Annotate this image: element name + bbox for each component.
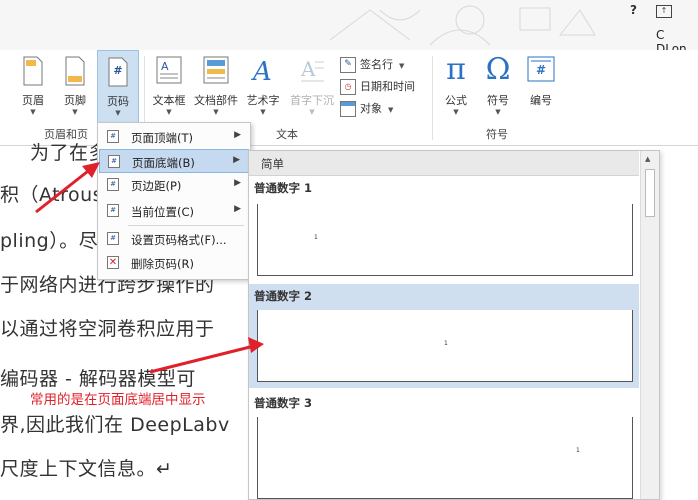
header-button[interactable]: 页眉 ▼: [14, 50, 52, 128]
submenu-arrow-icon: ▶: [234, 178, 241, 188]
current-position-icon: #: [107, 204, 119, 217]
submenu-arrow-icon: ▶: [234, 130, 241, 140]
footer-button[interactable]: 页脚 ▼: [56, 50, 94, 128]
signature-line-button[interactable]: ✎ 签名行 ▼: [340, 56, 404, 76]
gallery-item-plain-number-3[interactable]: 普通数字 3 1: [249, 391, 639, 499]
object-icon: [340, 101, 356, 117]
menu-separator: [128, 225, 244, 226]
quick-parts-icon: [203, 56, 229, 84]
gallery-item-plain-number-2[interactable]: 普通数字 2 1: [249, 284, 639, 388]
textbox-icon: A: [156, 56, 182, 84]
date-time-button[interactable]: ◷ 日期和时间: [340, 78, 415, 98]
svg-text:A: A: [251, 57, 272, 84]
title-bar-doodle-background: [329, 5, 596, 46]
signature-line-icon: ✎: [340, 57, 356, 73]
page-top-icon: #: [107, 130, 119, 143]
group-label-symbols: 符号: [486, 128, 508, 141]
submenu-arrow-icon: ▶: [233, 155, 240, 165]
svg-text:A: A: [161, 60, 169, 73]
menu-item-top-of-page[interactable]: # 页面顶端(T) ▶: [99, 125, 249, 149]
gallery-preview: 1: [257, 204, 633, 276]
ribbon-display-options-icon[interactable]: ↑: [656, 5, 672, 18]
svg-text:A: A: [300, 57, 316, 81]
document-line: 界,因此我们在 DeepLabv: [0, 414, 230, 436]
bottom-of-page-gallery: 简单 普通数字 1 1 普通数字 2 1 普通数字 3 1 ▲: [248, 150, 660, 500]
drop-cap-icon: A: [300, 57, 324, 82]
textbox-button[interactable]: A 文本框 ▼: [148, 50, 190, 128]
gallery-scrollbar[interactable]: ▲: [640, 151, 659, 499]
remove-page-number-icon: ✕: [107, 256, 119, 269]
menu-item-remove-page-numbers[interactable]: ✕ 删除页码(R): [99, 251, 249, 275]
scrollbar-thumb[interactable]: [645, 169, 655, 217]
document-line: pling）。尽: [0, 230, 99, 252]
footer-icon: [65, 56, 85, 86]
object-button[interactable]: 对象 ▼: [340, 100, 393, 120]
document-line: 编码器 - 解码器模型可: [0, 368, 196, 390]
menu-item-format-page-numbers[interactable]: # 设置页码格式(F)...: [99, 227, 249, 251]
help-button[interactable]: ?: [630, 3, 637, 17]
calendar-icon: ◷: [340, 79, 356, 95]
gallery-preview: 1: [257, 310, 633, 382]
equation-icon: π: [446, 52, 466, 87]
page-number-glyph: #: [113, 64, 123, 77]
page-bottom-icon: #: [108, 155, 120, 168]
title-bar: ? ↑ C DLon: [0, 0, 698, 56]
equation-button[interactable]: π 公式 ▼: [436, 50, 476, 128]
group-separator: [432, 56, 433, 140]
wordart-button[interactable]: A 艺术字 ▼: [242, 50, 284, 128]
menu-item-bottom-of-page[interactable]: # 页面底端(B) ▶: [99, 149, 249, 173]
menu-item-page-margins[interactable]: # 页边距(P) ▶: [99, 173, 249, 197]
annotation-note: 常用的是在页面底端居中显示: [30, 392, 206, 408]
omega-icon: Ω: [485, 52, 511, 87]
group-label-text: 文本: [276, 128, 298, 141]
numbering-button[interactable]: # 编号: [520, 50, 562, 128]
scroll-up-icon[interactable]: ▲: [645, 155, 650, 163]
submenu-arrow-icon: ▶: [234, 204, 241, 214]
numbering-glyph: #: [535, 63, 547, 77]
quick-parts-button[interactable]: 文档部件 ▼: [192, 50, 240, 128]
wordart-icon: A: [251, 57, 272, 84]
page-number-button[interactable]: # 页码 ▼: [97, 50, 139, 128]
gallery-preview: 1: [257, 417, 633, 499]
format-page-number-icon: #: [107, 232, 119, 245]
gallery-section-header: 简单: [249, 151, 639, 176]
document-line: 以通过将空洞卷积应用于: [0, 318, 215, 340]
page-margin-icon: #: [107, 178, 119, 191]
page-number-menu: # 页面顶端(T) ▶ # 页面底端(B) ▶ # 页边距(P) ▶ # 当前位…: [97, 122, 251, 280]
drop-cap-button[interactable]: A 首字下沉 ▼: [286, 50, 338, 128]
header-icon: [23, 56, 43, 86]
symbol-button[interactable]: Ω 符号 ▼: [478, 50, 518, 128]
menu-item-current-position[interactable]: # 当前位置(C) ▶: [99, 199, 249, 223]
document-line: 尺度上下文信息。↵: [0, 458, 173, 480]
gallery-item-plain-number-1[interactable]: 普通数字 1 1: [249, 176, 639, 281]
